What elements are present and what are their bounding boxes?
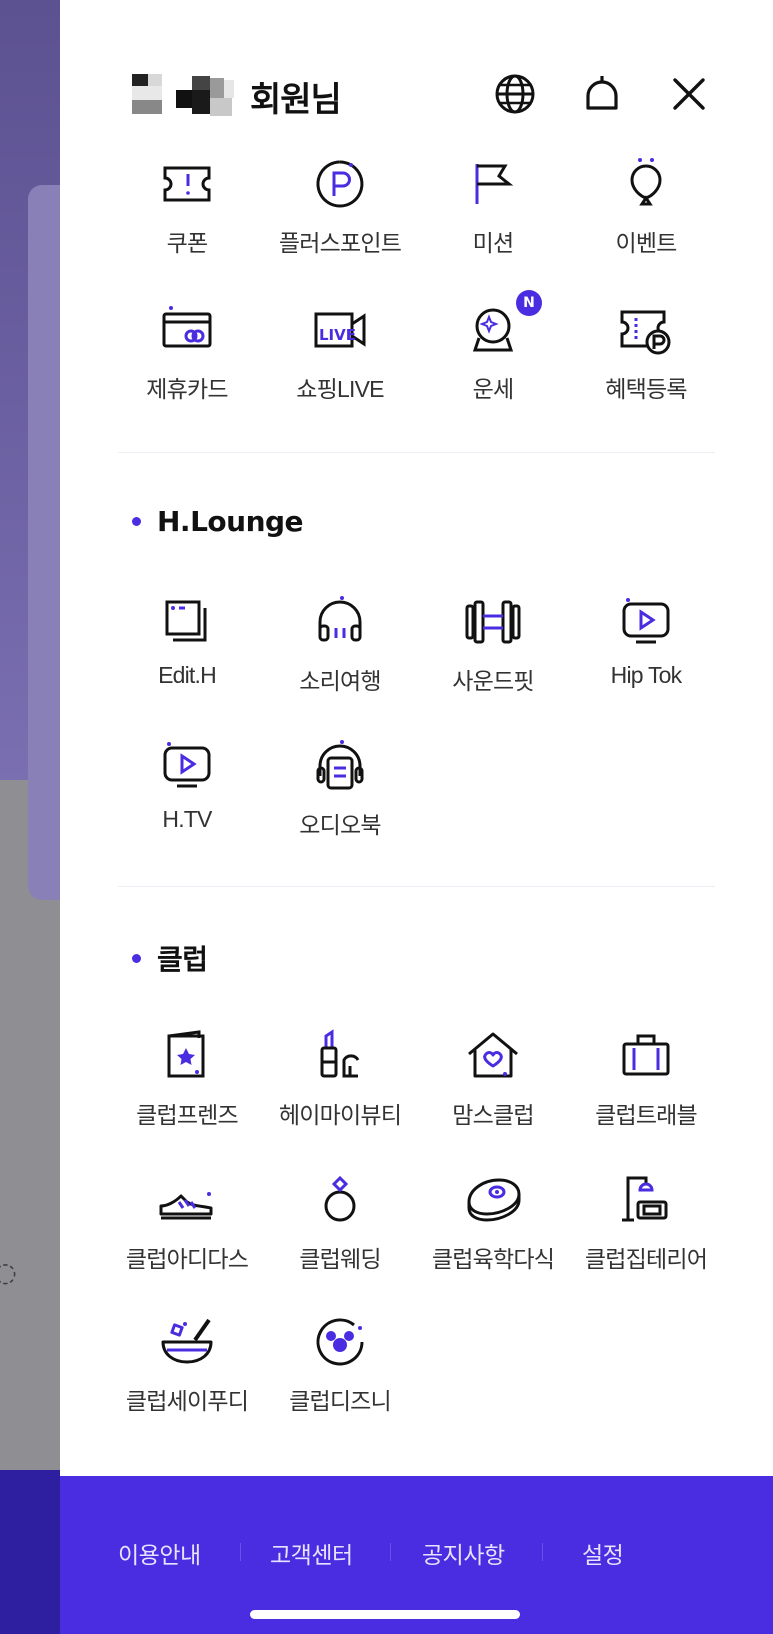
mortar-bowl-icon	[161, 1318, 213, 1364]
plus-point-icon	[316, 160, 364, 208]
crystal-ball-icon	[472, 308, 514, 352]
lamp-chair-icon	[622, 1176, 668, 1222]
club-item-friends[interactable]: 클럽프렌즈	[112, 1028, 262, 1148]
edit-h-icon	[165, 600, 207, 642]
bullet-dot	[132, 517, 141, 526]
dumbbell-icon	[465, 600, 521, 644]
lounge-item-sound-travel[interactable]: 소리여행	[265, 594, 415, 714]
quick-menu-mission[interactable]: 미션	[418, 156, 568, 276]
suitcase-icon	[622, 1034, 670, 1076]
footer-link-settings[interactable]: 설정	[582, 1536, 624, 1570]
video-play-icon	[622, 598, 670, 644]
ring-icon	[324, 1175, 356, 1222]
lounge-item-sound-fit[interactable]: 사운드핏	[418, 594, 568, 714]
side-drawer: 회원님 쿠폰 플러스포인트 미션 이벤트 제휴카드 LIVE 쇼핑LIVE N …	[60, 0, 773, 1634]
lounge-item-h-tv[interactable]: H.TV	[112, 738, 262, 858]
club-item-travel[interactable]: 클럽트래블	[571, 1028, 721, 1148]
club-item-say-foodie[interactable]: 클럽세이푸디	[112, 1314, 262, 1434]
home-indicator[interactable]	[250, 1610, 520, 1619]
new-badge: N	[516, 290, 542, 316]
divider	[118, 886, 715, 887]
quick-menu-benefit-register[interactable]: 혜택등록	[571, 302, 721, 422]
coupon-icon	[163, 166, 211, 202]
language-button[interactable]	[489, 68, 541, 120]
sneaker-icon	[159, 1192, 213, 1220]
avatar	[132, 74, 248, 118]
section-title-club: 클럽	[132, 938, 208, 978]
footer-separator	[390, 1543, 391, 1561]
bell-icon	[586, 76, 618, 110]
close-icon	[673, 78, 705, 110]
audiobook-icon	[316, 740, 364, 790]
steak-icon	[467, 1178, 521, 1222]
lounge-item-edit-h[interactable]: Edit.H	[112, 594, 262, 714]
divider	[118, 452, 715, 453]
club-item-wedding[interactable]: 클럽웨딩	[265, 1172, 415, 1292]
footer-separator	[240, 1543, 241, 1561]
quick-menu-shopping-live[interactable]: LIVE 쇼핑LIVE	[265, 302, 415, 422]
quick-menu-fortune[interactable]: N 운세	[418, 290, 568, 422]
club-item-moms-club[interactable]: 맘스클럽	[418, 1028, 568, 1148]
mouse-circle-icon	[316, 1318, 364, 1366]
footer-separator	[542, 1543, 543, 1561]
club-item-hey-my-beauty[interactable]: 헤이마이뷰티	[265, 1028, 415, 1148]
section-title-h-lounge: H.Lounge	[132, 505, 304, 538]
flag-icon	[475, 164, 514, 204]
footer-link-notice[interactable]: 공지사항	[422, 1536, 505, 1570]
card-icon	[162, 306, 212, 348]
quick-menu-coupon[interactable]: 쿠폰	[112, 156, 262, 276]
lipstick-icon	[320, 1029, 360, 1078]
star-card-icon	[167, 1030, 205, 1078]
footer-link-customer-center[interactable]: 고객센터	[270, 1536, 353, 1570]
club-item-meat[interactable]: 클럽육학다식	[418, 1172, 568, 1292]
bullet-dot	[132, 953, 141, 963]
club-item-disney[interactable]: 클럽디즈니	[265, 1314, 415, 1434]
quick-menu-plus-point[interactable]: 플러스포인트	[265, 156, 415, 276]
drawer-header: 회원님	[60, 62, 773, 128]
live-icon: LIVE	[314, 312, 366, 348]
user-name: 회원님	[250, 80, 342, 120]
globe-icon	[495, 74, 535, 114]
club-item-adidas[interactable]: 클럽아디다스	[112, 1172, 262, 1292]
drawer-footer: 이용안내 고객센터 공지사항 설정	[60, 1476, 773, 1634]
balloon-icon	[630, 158, 662, 206]
club-item-interior[interactable]: 클럽집테리어	[571, 1172, 721, 1292]
headphones-icon	[318, 596, 362, 642]
benefit-ticket-icon	[620, 310, 671, 355]
notification-button[interactable]	[576, 68, 628, 120]
tv-play-icon	[163, 742, 211, 788]
background-glyph: ◌	[0, 1258, 17, 1288]
close-button[interactable]	[663, 68, 715, 120]
quick-menu-event[interactable]: 이벤트	[571, 156, 721, 276]
footer-link-guide[interactable]: 이용안내	[118, 1536, 201, 1570]
lounge-item-audiobook[interactable]: 오디오북	[265, 738, 415, 858]
quick-menu-partner-card[interactable]: 제휴카드	[112, 302, 262, 422]
heart-house-icon	[468, 1032, 518, 1078]
svg-text:LIVE: LIVE	[319, 326, 356, 344]
lounge-item-hip-tok[interactable]: Hip Tok	[571, 594, 721, 714]
